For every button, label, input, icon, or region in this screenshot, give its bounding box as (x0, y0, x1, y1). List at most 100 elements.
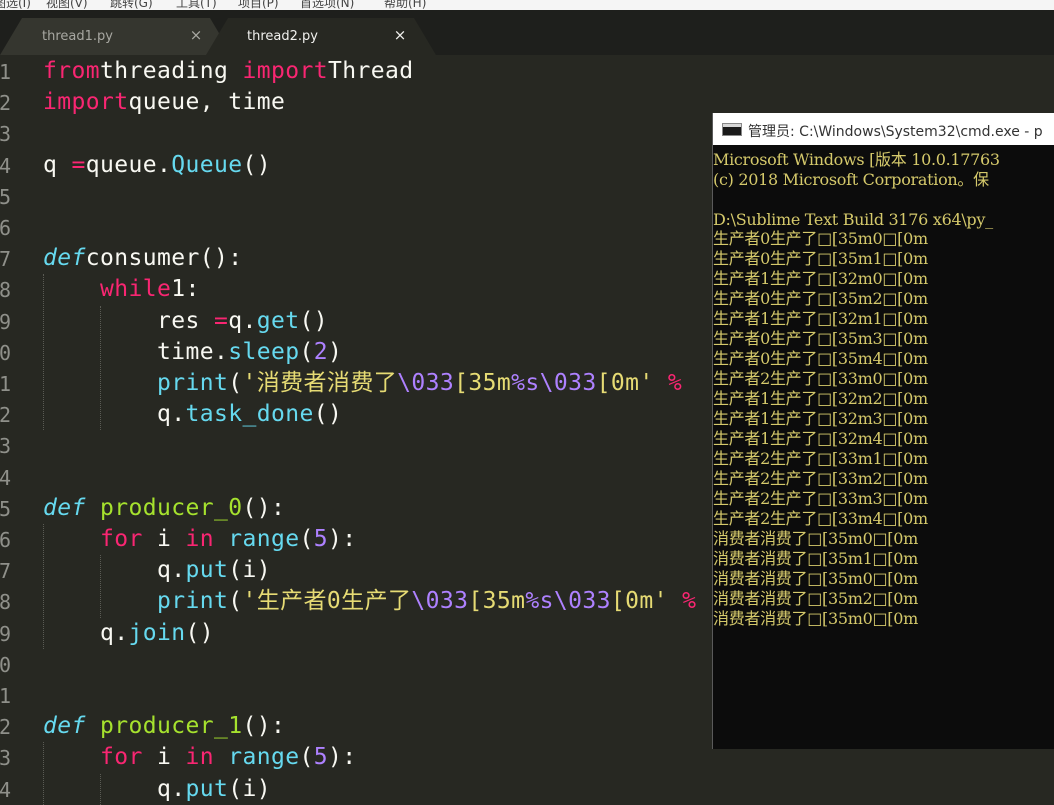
line-number: 4 (0, 777, 11, 802)
code-token: ( (228, 588, 243, 615)
line-number: 4 (0, 153, 11, 178)
code-token: q. (43, 401, 186, 428)
menu-item[interactable]: 项目(P) (238, 0, 279, 10)
console-line: 生产者1生产了□[32m3□[0m (713, 409, 928, 428)
code-token: \033 (539, 370, 597, 396)
code-token: for (100, 744, 143, 771)
code-token: put (185, 775, 229, 802)
code-token: import (43, 89, 129, 116)
code-token: ): (328, 526, 357, 552)
code-token: (): (242, 713, 286, 740)
code-text: q.put(i) (43, 776, 271, 803)
code-text: print('生产者0生产了\033[35m%s\033[0m' % (43, 588, 696, 615)
line-number: 5 (0, 496, 11, 521)
console-line: 生产者0生产了□[35m1□[0m (713, 249, 928, 268)
code-text: q =queue.Queue() (43, 152, 271, 179)
code-token: (i) (228, 775, 271, 802)
console-line: 生产者1生产了□[32m4□[0m (713, 429, 928, 448)
code-text: q.join() (43, 620, 214, 647)
line-number: 5 (0, 184, 11, 209)
line-number: 3 (0, 434, 11, 459)
cmd-title-bar[interactable]: 管理员: C:\Windows\System32\cmd.exe - p (713, 113, 1054, 145)
indent-guide (100, 305, 101, 431)
code-token: queue, time (128, 89, 286, 116)
code-token: range (228, 526, 300, 552)
cmd-window[interactable]: 管理员: C:\Windows\System32\cmd.exe - p Mic… (712, 113, 1054, 749)
tab-label: thread2.py (247, 29, 318, 44)
line-number: 6 (0, 528, 11, 552)
tab-thread1[interactable]: thread1.py × (0, 18, 232, 55)
line-number: 2 (0, 91, 11, 116)
console-line: 消费者消费了□[35m2□[0m (713, 589, 918, 608)
code-token: [35m (468, 588, 526, 615)
code-token: \033 (411, 588, 469, 615)
code-token: i (142, 744, 186, 771)
code-token: in (185, 526, 214, 552)
code-token: (i) (228, 557, 271, 584)
tab-bar: thread1.py × thread2.py × (0, 10, 1054, 55)
code-token: 5 (313, 526, 328, 552)
code-token: ) (327, 338, 343, 365)
close-icon[interactable]: × (392, 27, 408, 43)
code-token: put (185, 557, 229, 584)
code-token: % (653, 370, 683, 396)
code-token: def (43, 245, 86, 272)
line-number: 1 (0, 60, 11, 84)
menu-item[interactable]: 跳转(G) (110, 0, 153, 10)
tab-thread2[interactable]: thread2.py × (206, 18, 436, 55)
code-token: [0m' (610, 588, 668, 615)
menu-item[interactable]: 帮助(H) (384, 0, 426, 10)
code-token: q (43, 151, 72, 178)
code-text: def producer_1(): (43, 713, 285, 740)
code-token: task_done (185, 401, 314, 428)
code-token: q. (228, 307, 257, 334)
line-number: 3 (0, 122, 11, 147)
menu-item[interactable]: 图选(I) (0, 0, 31, 10)
code-text: res =q.get() (43, 308, 328, 335)
console-line: 生产者2生产了□[33m3□[0m (713, 489, 928, 508)
code-token: %s (511, 370, 540, 396)
indent-guide (43, 274, 44, 431)
code-text: time.sleep(2) (43, 339, 342, 366)
code-token: range (228, 744, 300, 771)
close-icon[interactable]: × (188, 27, 204, 43)
code-text: for i in range(5): (43, 526, 357, 553)
console-line: 生产者0生产了□[35m0□[0m (713, 229, 928, 248)
console-line: D:\Sublime Text Build 3176 x64\py_ (713, 210, 993, 229)
line-number: 0 (0, 652, 11, 677)
code-token: def (43, 494, 86, 521)
code-token: from (43, 58, 100, 84)
code-token: Thread (327, 58, 414, 84)
code-token: () (299, 307, 328, 334)
code-token: = (213, 307, 229, 334)
menu-item[interactable]: 视图(V) (46, 0, 88, 10)
code-token: () (185, 619, 214, 646)
line-number: 2 (0, 715, 11, 740)
code-token: '消费者消费了 (242, 370, 398, 396)
code-text: print('消费者消费了\033[35m%s\033[0m' % (43, 370, 682, 397)
code-token: i (142, 526, 186, 552)
code-token: q. (43, 557, 186, 584)
line-number: 6 (0, 216, 11, 240)
code-token: res (43, 307, 214, 334)
menu-item[interactable]: 工具(T) (176, 0, 217, 10)
menu-item[interactable]: 首选项(N) (300, 0, 354, 10)
line-number: 9 (0, 621, 11, 646)
line-number: 7 (0, 559, 11, 584)
code-token: time. (43, 338, 229, 365)
console-line: 消费者消费了□[35m0□[0m (713, 529, 918, 548)
code-text: q.put(i) (43, 557, 271, 584)
code-token: 5 (313, 744, 328, 771)
code-text: for i in range(5): (43, 744, 357, 771)
code-token: producer_1 (85, 713, 243, 740)
code-token: get (256, 307, 300, 334)
console-line: 生产者2生产了□[33m2□[0m (713, 469, 928, 488)
code-line: 1 fromthreading importThread (0, 56, 1054, 87)
code-token: () (313, 401, 343, 428)
code-token: ( (228, 370, 243, 396)
code-text: importqueue, time (43, 89, 285, 116)
